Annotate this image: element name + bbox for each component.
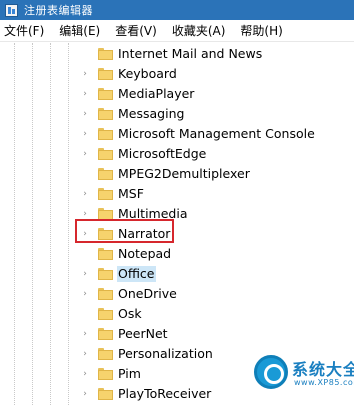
folder-icon <box>98 68 113 80</box>
chevron-right-icon[interactable]: › <box>80 129 90 139</box>
tree-item-label[interactable]: Office <box>117 266 156 282</box>
folder-icon <box>98 368 113 380</box>
tree-item-label[interactable]: Messaging <box>117 106 185 122</box>
tree-item[interactable]: › MediaPlayer <box>0 84 354 104</box>
folder-icon <box>98 308 113 320</box>
tree-item[interactable]: › Keyboard <box>0 64 354 84</box>
tree-item-label[interactable]: OneDrive <box>117 286 178 302</box>
tree-item[interactable]: › OneDrive <box>0 284 354 304</box>
tree-item-label[interactable]: MSF <box>117 186 145 202</box>
tree-item-label[interactable]: PlayToReceiver <box>117 386 212 402</box>
tree-item-label[interactable]: MPEG2Demultiplexer <box>117 166 251 182</box>
tree-item[interactable]: › Microsoft Management Console <box>0 124 354 144</box>
menu-view[interactable]: 查看(V) <box>111 22 161 39</box>
tree-item-label[interactable]: MediaPlayer <box>117 86 195 102</box>
watermark-title: 系统大全 <box>292 360 354 379</box>
chevron-right-icon[interactable]: › <box>80 269 90 279</box>
tree-item-label[interactable]: MicrosoftEdge <box>117 146 207 162</box>
menu-help[interactable]: 帮助(H) <box>236 22 286 39</box>
menu-favorites[interactable]: 收藏夹(A) <box>168 22 230 39</box>
chevron-right-icon[interactable]: › <box>80 89 90 99</box>
tree-item-label[interactable]: Keyboard <box>117 66 178 82</box>
tree-item[interactable]: MPEG2Demultiplexer <box>0 164 354 184</box>
folder-icon <box>98 348 113 360</box>
watermark-logo-icon <box>254 355 288 389</box>
folder-icon <box>98 128 113 140</box>
chevron-right-icon[interactable]: › <box>80 369 90 379</box>
tree-item-label[interactable]: Osk <box>117 306 143 322</box>
tree-item[interactable]: › MSF <box>0 184 354 204</box>
chevron-right-icon[interactable]: › <box>80 349 90 359</box>
menu-bar: 文件(F) 编辑(E) 查看(V) 收藏夹(A) 帮助(H) <box>0 20 354 42</box>
folder-icon <box>98 248 113 260</box>
selection-highlight-box <box>75 219 174 243</box>
folder-icon <box>98 168 113 180</box>
tree-item[interactable]: › MicrosoftEdge <box>0 144 354 164</box>
folder-icon <box>98 88 113 100</box>
watermark-logo: 系统大全 www.XP85.com <box>254 350 354 405</box>
menu-edit[interactable]: 编辑(E) <box>55 22 104 39</box>
folder-icon <box>98 188 113 200</box>
chevron-right-icon[interactable]: › <box>80 69 90 79</box>
window-title: 注册表编辑器 <box>24 4 93 17</box>
tree-item[interactable]: › Office <box>0 264 354 284</box>
tree-item[interactable]: › Messaging <box>0 104 354 124</box>
folder-icon <box>98 388 113 400</box>
tree-item[interactable]: › PeerNet <box>0 324 354 344</box>
folder-icon <box>98 268 113 280</box>
tree-item-label[interactable]: Pim <box>117 366 142 382</box>
tree-item[interactable]: Internet Mail and News <box>0 44 354 64</box>
chevron-right-icon[interactable]: › <box>80 329 90 339</box>
tree-item-label[interactable]: Internet Mail and News <box>117 46 263 62</box>
watermark-url: www.XP85.com <box>294 378 354 387</box>
title-bar: 注册表编辑器 <box>0 0 354 20</box>
tree-item[interactable]: › Multimedia <box>0 204 354 224</box>
menu-file[interactable]: 文件(F) <box>0 22 48 39</box>
folder-icon <box>98 328 113 340</box>
folder-icon <box>98 48 113 60</box>
tree-item-label[interactable]: Notepad <box>117 246 172 262</box>
chevron-right-icon[interactable]: › <box>80 109 90 119</box>
chevron-right-icon[interactable]: › <box>80 289 90 299</box>
tree-item[interactable]: Notepad <box>0 244 354 264</box>
folder-icon <box>98 288 113 300</box>
tree-item[interactable]: Osk <box>0 304 354 324</box>
tree-item[interactable]: › Narrator <box>0 224 354 244</box>
tree-item-label[interactable]: Microsoft Management Console <box>117 126 316 142</box>
registry-editor-icon <box>5 3 18 17</box>
chevron-right-icon[interactable]: › <box>80 189 90 199</box>
folder-icon <box>98 148 113 160</box>
chevron-right-icon[interactable]: › <box>80 209 90 219</box>
folder-icon <box>98 108 113 120</box>
chevron-right-icon[interactable]: › <box>80 149 90 159</box>
tree-item-label[interactable]: PeerNet <box>117 326 169 342</box>
tree-item-label[interactable]: Personalization <box>117 346 214 362</box>
chevron-right-icon[interactable]: › <box>80 389 90 399</box>
